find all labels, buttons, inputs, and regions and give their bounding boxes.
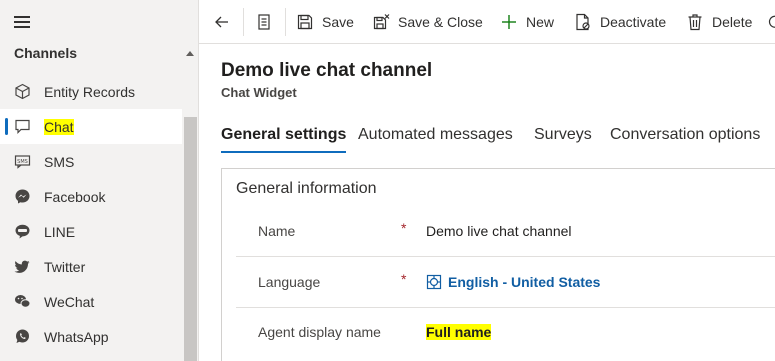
- tab-surveys[interactable]: Surveys: [534, 126, 592, 156]
- sidebar-item-label: WhatsApp: [44, 329, 109, 345]
- toolbar-separator: [285, 8, 286, 36]
- deactivate-label: Deactivate: [600, 14, 667, 30]
- sitemap-sidebar: Channels Entity Records Chat SMS SMS Fac…: [0, 0, 198, 361]
- sms-icon: SMS: [14, 155, 31, 169]
- form-document-icon: [258, 14, 270, 30]
- refresh-icon: [768, 15, 775, 28]
- agent-display-name-field[interactable]: Full name: [426, 324, 492, 340]
- sidebar-item-sms[interactable]: SMS SMS: [0, 144, 182, 179]
- line-icon: [15, 224, 30, 239]
- tab-general-settings[interactable]: General settings: [221, 126, 347, 156]
- sidebar-item-wechat[interactable]: WeChat: [0, 284, 182, 319]
- language-lookup-value[interactable]: English - United States: [448, 274, 600, 290]
- save-label: Save: [322, 14, 354, 30]
- twitter-icon: [14, 260, 30, 273]
- main-content: Save Save & Close New Deactivate Delete …: [198, 0, 775, 361]
- field-label-name: Name: [258, 223, 296, 239]
- deactivate-button[interactable]: Deactivate: [574, 0, 666, 44]
- whatsapp-icon: [16, 329, 29, 343]
- facebook-messenger-icon: [15, 189, 30, 204]
- tab-conversation-options[interactable]: Conversation options: [610, 126, 760, 156]
- new-label: New: [526, 14, 555, 30]
- delete-button[interactable]: Delete: [686, 0, 752, 44]
- required-indicator: *: [401, 220, 407, 236]
- save-and-close-button[interactable]: Save & Close: [372, 0, 483, 44]
- cube-icon: [15, 83, 30, 100]
- channel-nav-list: Entity Records Chat SMS SMS Facebook LIN…: [0, 74, 182, 354]
- language-lookup[interactable]: English - United States: [426, 274, 600, 290]
- sidebar-item-label: Entity Records: [44, 84, 136, 100]
- record-title: Demo live chat channel: [221, 60, 433, 81]
- tab-automated-messages[interactable]: Automated messages: [358, 126, 513, 156]
- language-entity-icon: [426, 274, 442, 290]
- sidebar-item-chat[interactable]: Chat: [0, 109, 182, 144]
- delete-label: Delete: [712, 14, 753, 30]
- save-and-close-label: Save & Close: [398, 14, 483, 30]
- sidebar-item-label: WeChat: [44, 294, 95, 310]
- sidebar-item-label: Facebook: [44, 189, 106, 205]
- field-label-language: Language: [258, 274, 321, 290]
- trash-icon: [688, 14, 702, 31]
- sidebar-item-facebook[interactable]: Facebook: [0, 179, 182, 214]
- toolbar-separator: [243, 8, 244, 36]
- channels-section-header[interactable]: Channels: [0, 40, 198, 66]
- sidebar-item-line[interactable]: LINE: [0, 214, 182, 249]
- hamburger-menu-icon[interactable]: [14, 16, 30, 30]
- sidebar-scrollbar[interactable]: [184, 117, 197, 361]
- form-view-button[interactable]: [255, 0, 273, 44]
- deactivate-icon: [576, 13, 590, 31]
- sidebar-item-twitter[interactable]: Twitter: [0, 249, 182, 284]
- field-row-language: Language * English - United States: [236, 258, 775, 308]
- sidebar-item-entity-records[interactable]: Entity Records: [0, 74, 182, 109]
- back-button[interactable]: [213, 0, 231, 44]
- back-arrow-icon: [215, 16, 228, 28]
- plus-icon: [502, 15, 516, 29]
- field-row-name: Name * Demo live chat channel: [236, 207, 775, 257]
- svg-text:SMS: SMS: [17, 159, 28, 165]
- chat-icon: [15, 119, 30, 134]
- command-bar: Save Save & Close New Deactivate Delete: [199, 0, 775, 44]
- collapse-caret-icon[interactable]: [186, 51, 194, 56]
- field-label-agent-display-name: Agent display name: [258, 324, 381, 340]
- section-title: General information: [236, 180, 377, 197]
- more-commands-button[interactable]: [766, 0, 775, 44]
- active-indicator: [5, 118, 8, 135]
- section-title: Channels: [14, 45, 78, 61]
- name-field[interactable]: Demo live chat channel: [426, 223, 572, 239]
- save-button[interactable]: Save: [296, 0, 354, 44]
- save-icon: [297, 14, 313, 30]
- field-row-agent-display-name: Agent display name Full name: [236, 308, 775, 358]
- save-and-close-icon: [373, 14, 390, 30]
- new-button[interactable]: New: [500, 0, 554, 44]
- sidebar-item-whatsapp[interactable]: WhatsApp: [0, 319, 182, 354]
- sidebar-item-label: Chat: [44, 119, 74, 135]
- sidebar-item-label: Twitter: [44, 259, 86, 275]
- general-information-section: General information Name * Demo live cha…: [221, 168, 775, 361]
- sidebar-item-label: SMS: [44, 154, 75, 170]
- sidebar-item-label: LINE: [44, 224, 76, 240]
- wechat-icon: [15, 295, 31, 308]
- record-entity-name: Chat Widget: [221, 85, 297, 100]
- required-indicator: *: [401, 271, 407, 287]
